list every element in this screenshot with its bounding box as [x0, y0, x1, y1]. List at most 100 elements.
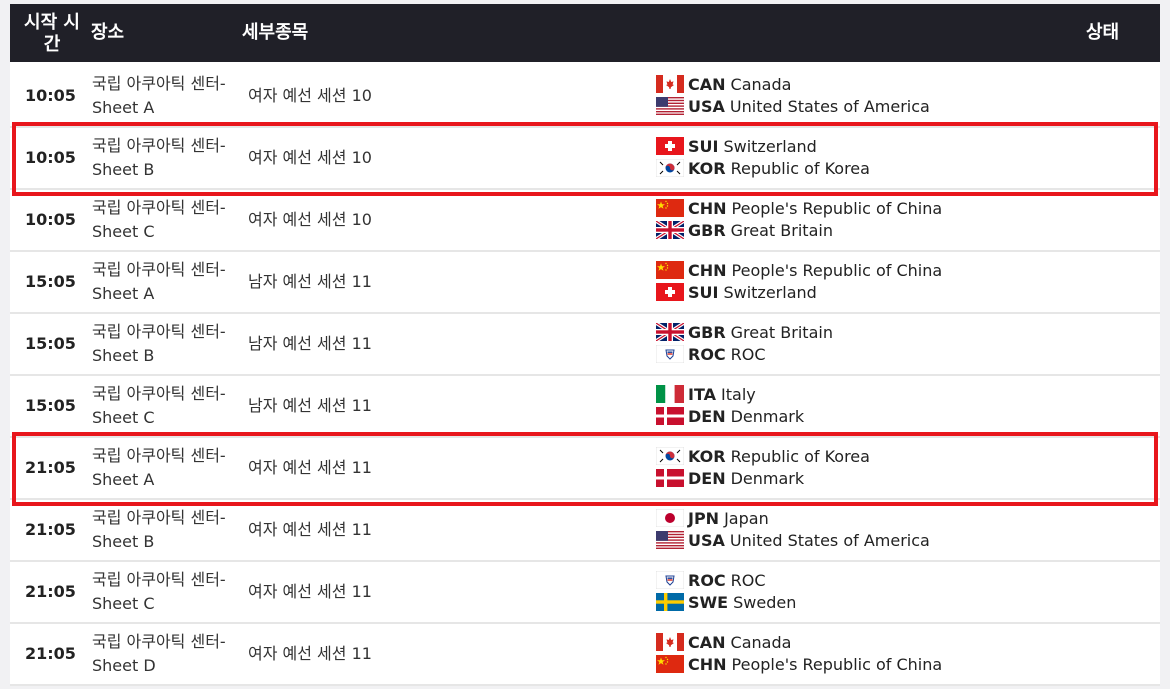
teams: CHN People's Republic of China SUI Switzerl…: [656, 259, 942, 303]
roc-flag-icon: [656, 345, 684, 363]
start-time: 21:05: [25, 644, 76, 663]
roc-flag-icon: [656, 571, 684, 589]
table-body: 10:05 국립 아쿠아틱 센터-Sheet A 여자 예선 세션 10 CAN Can…: [10, 66, 1160, 686]
table-row[interactable]: 21:05 국립 아쿠아틱 센터-Sheet B 여자 예선 세션 11 JPN Jap…: [10, 500, 1160, 562]
team-code: CHN: [688, 198, 727, 218]
event-name: 여자 예선 세션 11: [248, 520, 372, 539]
team-code: KOR: [688, 158, 726, 178]
team-code: ROC: [688, 570, 726, 590]
venue: 국립 아쿠아틱 센터-Sheet D: [92, 632, 226, 675]
kor-flag-icon: [656, 447, 684, 465]
start-time: 21:05: [25, 458, 76, 477]
swe-flag-icon: [656, 593, 684, 611]
table-row[interactable]: 10:05 국립 아쿠아틱 센터-Sheet C 여자 예선 세션 10 CHN Peo…: [10, 190, 1160, 252]
team-entry: DEN Denmark: [656, 467, 870, 489]
start-time: 15:05: [25, 272, 76, 291]
table-row[interactable]: 21:05 국립 아쿠아틱 센터-Sheet C 여자 예선 세션 11 ROC ROC…: [10, 562, 1160, 624]
can-flag-icon: [656, 75, 684, 93]
teams: JPN Japan USA United States of America: [656, 507, 930, 551]
venue: 국립 아쿠아틱 센터-Sheet C: [92, 570, 226, 613]
table-row[interactable]: 15:05 국립 아쿠아틱 센터-Sheet A 남자 예선 세션 11 CHN Peo…: [10, 252, 1160, 314]
venue: 국립 아쿠아틱 센터-Sheet A: [92, 260, 226, 303]
team-name: Canada: [730, 632, 792, 652]
team-entry: SUI Switzerland: [656, 281, 942, 303]
jpn-flag-icon: [656, 509, 684, 527]
team-name: Sweden: [733, 592, 797, 612]
team-entry: JPN Japan: [656, 507, 930, 529]
start-time: 10:05: [25, 148, 76, 167]
event-name: 여자 예선 세션 11: [248, 458, 372, 477]
header-status[interactable]: 상태: [1086, 22, 1119, 44]
venue: 국립 아쿠아틱 센터-Sheet C: [92, 198, 226, 241]
gbr-flag-icon: [656, 323, 684, 341]
team-name: Great Britain: [730, 322, 833, 342]
team-code: KOR: [688, 446, 726, 466]
event-name: 여자 예선 세션 11: [248, 644, 372, 663]
team-entry: SWE Sweden: [656, 591, 796, 613]
team-name: Japan: [724, 508, 769, 528]
team-name: Republic of Korea: [730, 158, 870, 178]
team-entry: ROC ROC: [656, 569, 796, 591]
header-start-time[interactable]: 시작 시간: [16, 12, 88, 56]
chn-flag-icon: [656, 261, 684, 279]
team-code: SUI: [688, 136, 719, 156]
table-row[interactable]: 21:05 국립 아쿠아틱 센터-Sheet A 여자 예선 세션 11 KOR Rep…: [10, 438, 1160, 500]
sui-flag-icon: [656, 137, 684, 155]
teams: SUI Switzerland KOR Republic of Korea: [656, 135, 870, 179]
gbr-flag-icon: [656, 221, 684, 239]
team-name: Switzerland: [723, 136, 817, 156]
venue: 국립 아쿠아틱 센터-Sheet B: [92, 508, 226, 551]
team-name: ROC: [730, 570, 766, 590]
event-name: 남자 예선 세션 11: [248, 396, 372, 415]
start-time: 10:05: [25, 210, 76, 229]
venue: 국립 아쿠아틱 센터-Sheet A: [92, 74, 226, 117]
table-row[interactable]: 15:05 국립 아쿠아틱 센터-Sheet B 남자 예선 세션 11 GBR Gre…: [10, 314, 1160, 376]
team-entry: CAN Canada: [656, 631, 942, 653]
event-name: 여자 예선 세션 10: [248, 148, 372, 167]
team-code: USA: [688, 96, 725, 116]
teams: GBR Great Britain ROC ROC: [656, 321, 833, 365]
team-code: GBR: [688, 220, 726, 240]
teams: CHN People's Republic of China GBR Great Br…: [656, 197, 942, 241]
start-time: 21:05: [25, 582, 76, 601]
table-row[interactable]: 10:05 국립 아쿠아틱 센터-Sheet A 여자 예선 세션 10 CAN Can…: [10, 66, 1160, 128]
team-entry: CHN People's Republic of China: [656, 197, 942, 219]
start-time: 15:05: [25, 334, 76, 353]
table-row[interactable]: 15:05 국립 아쿠아틱 센터-Sheet C 남자 예선 세션 11 ITA Ita…: [10, 376, 1160, 438]
team-name: People's Republic of China: [731, 260, 943, 280]
team-entry: ROC ROC: [656, 343, 833, 365]
team-name: Italy: [721, 384, 756, 404]
usa-flag-icon: [656, 531, 684, 549]
team-name: United States of America: [729, 96, 930, 116]
team-code: GBR: [688, 322, 726, 342]
event-name: 남자 예선 세션 11: [248, 334, 372, 353]
venue: 국립 아쿠아틱 센터-Sheet A: [92, 446, 226, 489]
chn-flag-icon: [656, 199, 684, 217]
chn-flag-icon: [656, 655, 684, 673]
table-header: 시작 시간 장소 세부종목 상태: [10, 4, 1160, 62]
team-entry: GBR Great Britain: [656, 219, 942, 241]
team-entry: SUI Switzerland: [656, 135, 870, 157]
start-time: 15:05: [25, 396, 76, 415]
teams: ITA Italy DEN Denmark: [656, 383, 804, 427]
header-venue[interactable]: 장소: [91, 22, 124, 44]
team-code: CAN: [688, 74, 726, 94]
team-entry: CAN Canada: [656, 73, 930, 95]
start-time: 10:05: [25, 86, 76, 105]
team-code: CHN: [688, 260, 727, 280]
team-code: JPN: [688, 508, 720, 528]
team-name: Switzerland: [723, 282, 817, 302]
usa-flag-icon: [656, 97, 684, 115]
team-entry: KOR Republic of Korea: [656, 445, 870, 467]
teams: CAN Canada CHN People's Republic of China: [656, 631, 942, 675]
team-entry: DEN Denmark: [656, 405, 804, 427]
team-code: ROC: [688, 344, 726, 364]
team-code: ITA: [688, 384, 717, 404]
table-row[interactable]: 21:05 국립 아쿠아틱 센터-Sheet D 여자 예선 세션 11 CAN Can…: [10, 624, 1160, 686]
teams: ROC ROC SWE Sweden: [656, 569, 796, 613]
start-time: 21:05: [25, 520, 76, 539]
table-row[interactable]: 10:05 국립 아쿠아틱 센터-Sheet B 여자 예선 세션 10 SUI Swi…: [10, 128, 1160, 190]
event-name: 여자 예선 세션 10: [248, 86, 372, 105]
header-event[interactable]: 세부종목: [242, 22, 308, 44]
venue: 국립 아쿠아틱 센터-Sheet B: [92, 136, 226, 179]
